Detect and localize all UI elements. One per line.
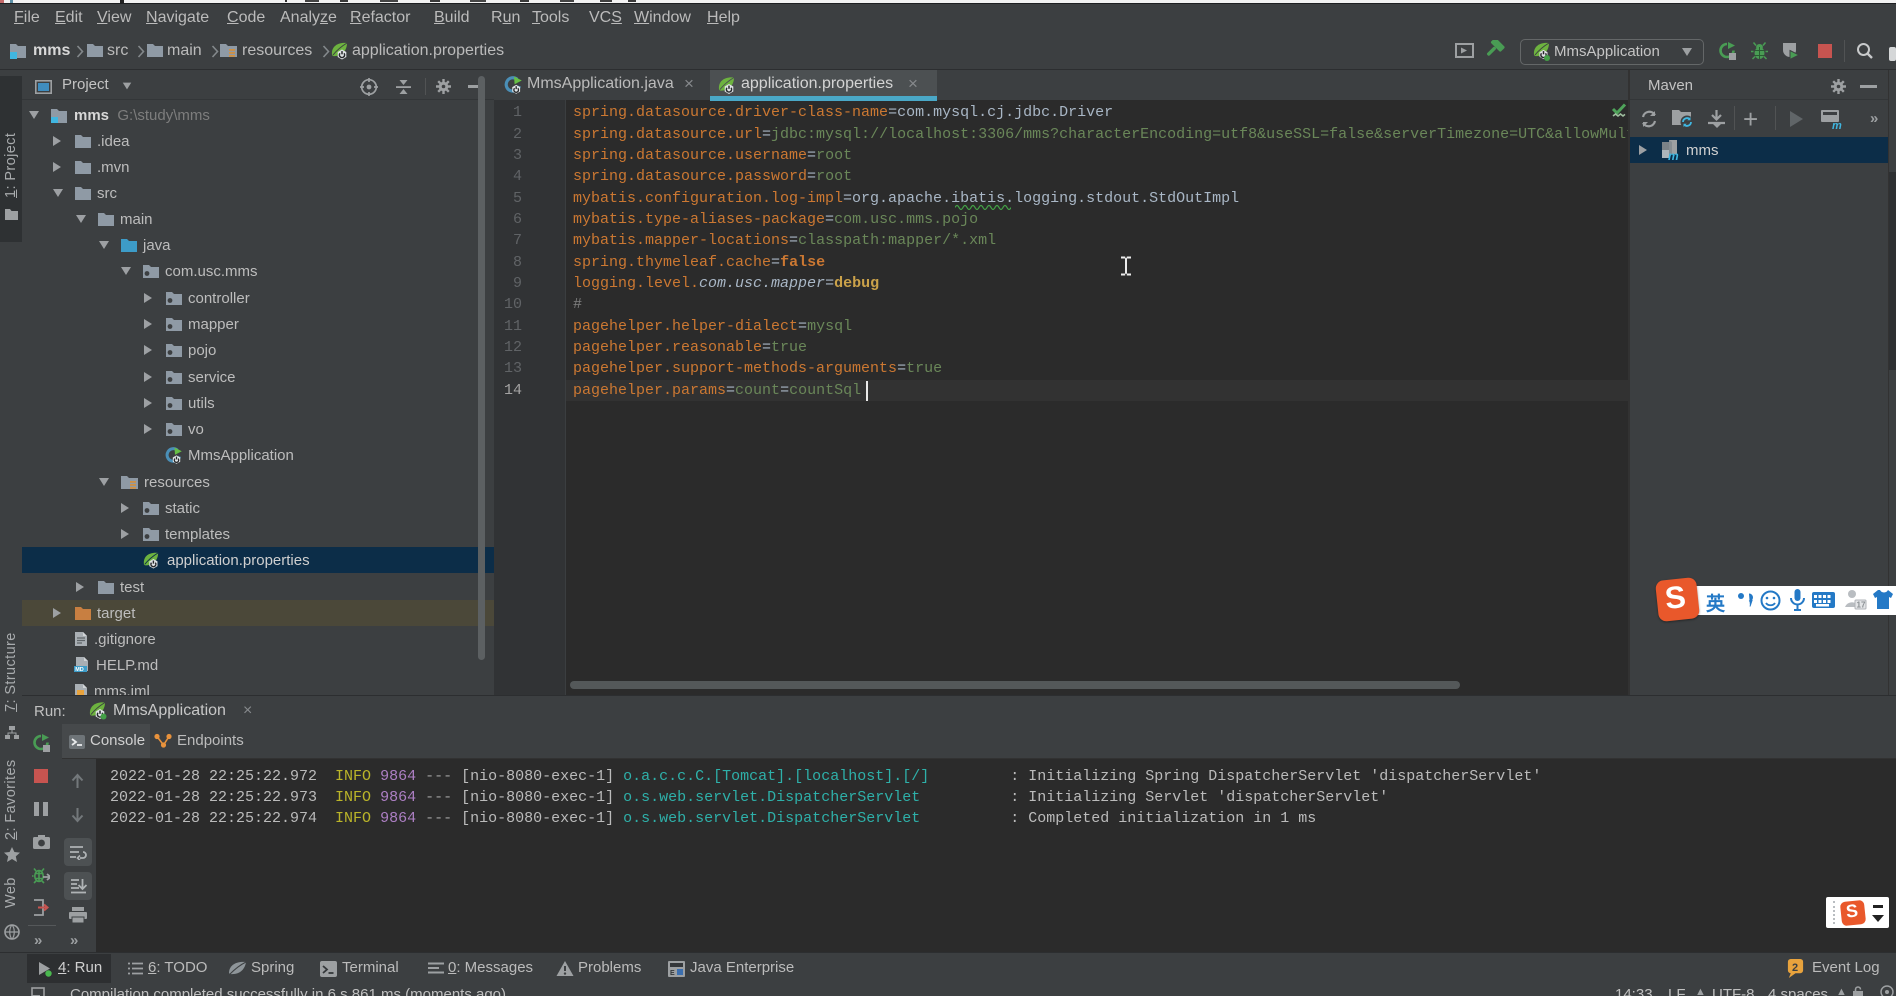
svg-text:m: m bbox=[1832, 120, 1842, 130]
svg-text:E: E bbox=[670, 970, 675, 977]
svg-text:MD: MD bbox=[75, 667, 84, 673]
svg-text:m: m bbox=[1668, 149, 1679, 161]
svg-text:2: 2 bbox=[1792, 962, 1798, 974]
svg-text:17: 17 bbox=[1857, 601, 1866, 610]
